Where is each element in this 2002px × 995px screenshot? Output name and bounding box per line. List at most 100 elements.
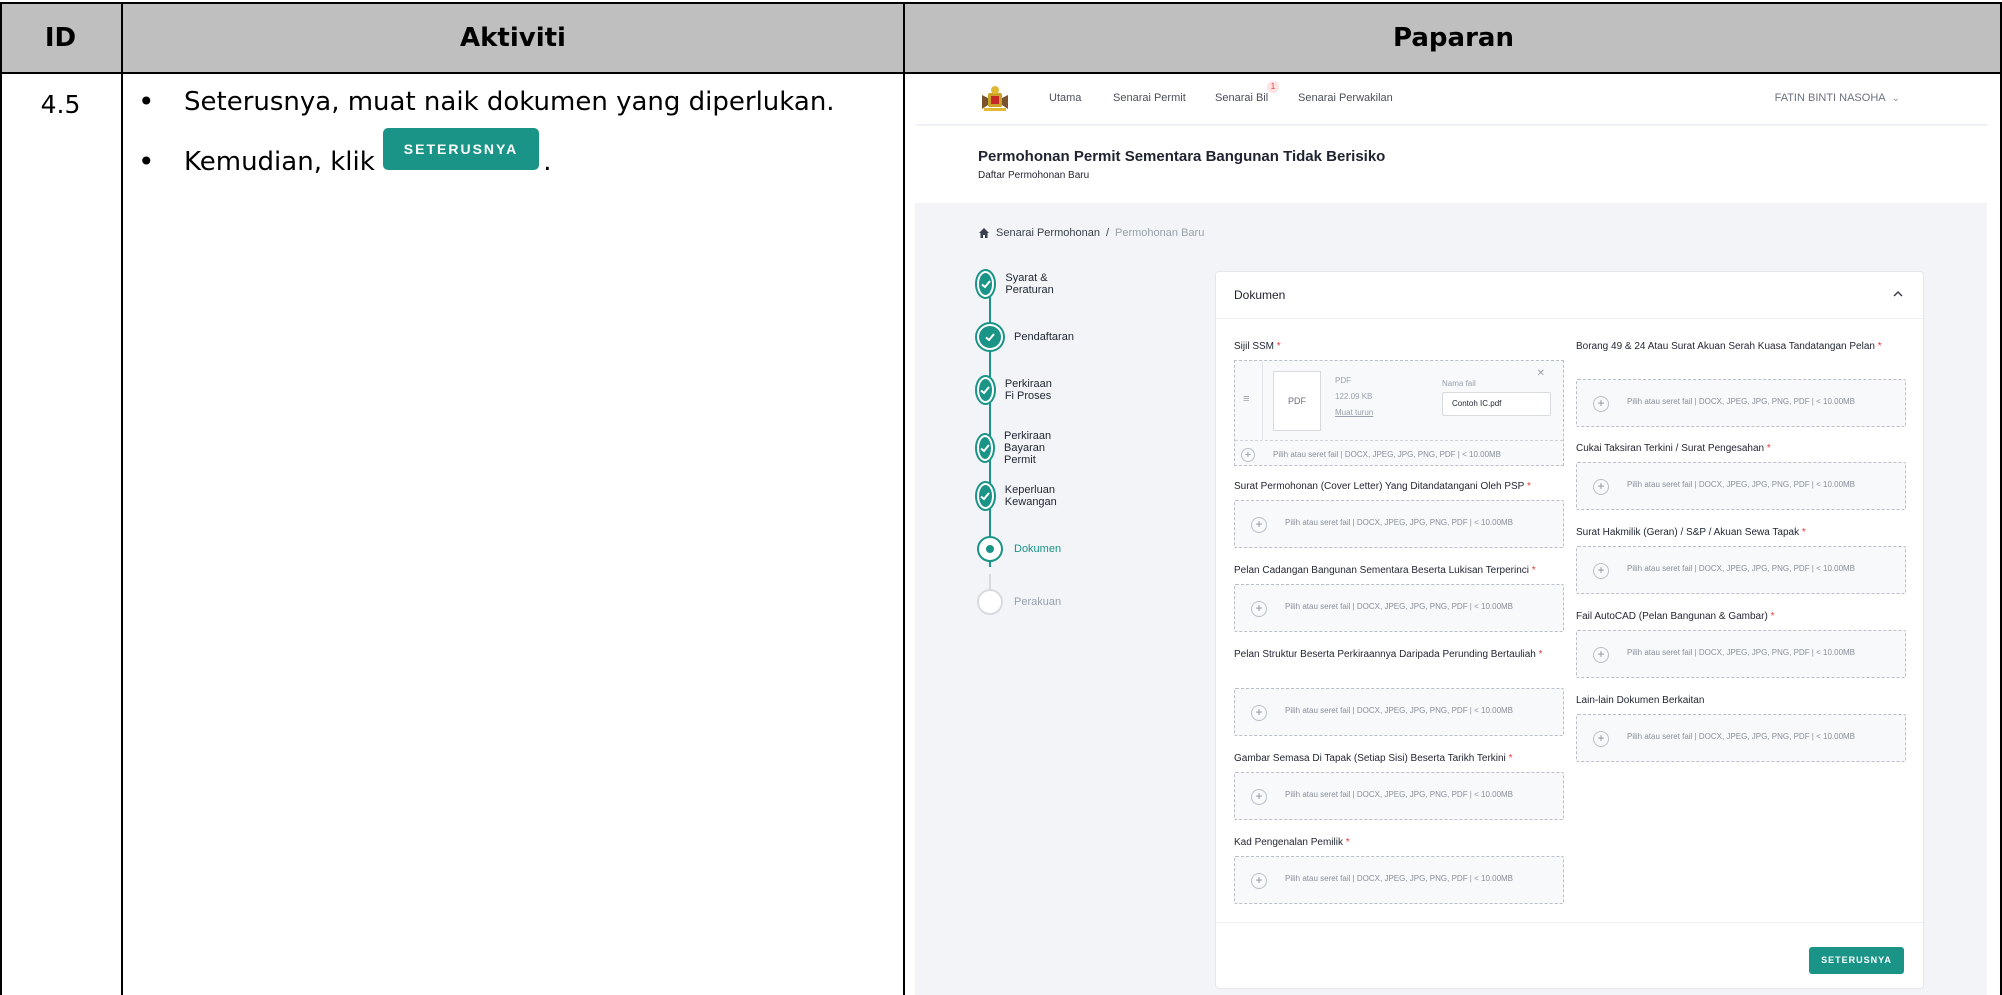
plus-icon: + [1251,705,1267,721]
drag-handle-icon[interactable]: ≡ [1243,393,1249,405]
pending-step-icon [977,589,1003,615]
upload-hint: Pilih atau seret fail | DOCX, JPEG, JPG,… [1627,648,1856,657]
upload-hint: Pilih atau seret fail | DOCX, JPEG, JPG,… [1285,602,1514,611]
check-icon [977,483,994,509]
upload-hint: Pilih atau seret fail | DOCX, JPEG, JPG,… [1285,706,1514,715]
page-header: Permohonan Permit Sementara Bangunan Tid… [915,126,1987,203]
check-icon [977,271,995,297]
current-step-icon [977,536,1003,562]
upload-hint: Pilih atau seret fail | DOCX, JPEG, JPG,… [1627,480,1856,489]
activity-list: Seterusnya, muat naik dokumen yang diper… [138,76,898,180]
step-label: Dokumen [1014,543,1062,555]
cover-letter-label: Surat Permohonan (Cover Letter) Yang Dit… [1234,481,1531,492]
plus-icon: + [1593,731,1609,747]
step-fi-proses[interactable]: Perkiraan Fi Proses [977,377,1061,403]
borang-upload[interactable]: + Pilih atau seret fail | DOCX, JPEG, JP… [1576,379,1906,427]
lain-lain-upload[interactable]: + Pilih atau seret fail | DOCX, JPEG, JP… [1576,714,1906,762]
upload-hint: Pilih atau seret fail | DOCX, JPEG, JPG,… [1285,874,1514,883]
pelan-cadangan-label: Pelan Cadangan Bangunan Sementara Besert… [1234,565,1536,576]
inline-next-button: SETERUSNYA [382,128,540,170]
table-border-header [0,72,2002,74]
header-display: Paparan [905,3,2002,73]
activity-text-1: Seterusnya, muat naik dokumen yang diper… [184,87,835,117]
activity-text-2: Kemudian, klik [184,147,375,177]
next-button[interactable]: SETERUSNYA [1809,947,1904,974]
activity-step-2: Kemudian, klik SETERUSNYA . [138,128,898,180]
card-header[interactable]: Dokumen [1216,272,1923,319]
lain-lain-label: Lain-lain Dokumen Berkaitan [1576,695,1705,706]
file-name-input[interactable]: Contoh IC.pdf [1442,392,1551,416]
step-pendaftaran[interactable]: Pendaftaran [977,324,1074,350]
gambar-semasa-upload[interactable]: + Pilih atau seret fail | DOCX, JPEG, JP… [1234,772,1564,820]
instruction-table: ID Aktiviti Paparan 4.5 Seterusnya, muat… [0,0,2002,995]
step-label: Pendaftaran [1014,331,1074,343]
ssm-upload[interactable]: ≡ PDF PDF 122.09 KB Muat turun Nama fail… [1234,360,1564,466]
check-icon [977,324,1003,350]
plus-icon: + [1251,873,1267,889]
cukai-upload[interactable]: + Pilih atau seret fail | DOCX, JPEG, JP… [1576,462,1906,510]
plus-icon: + [1251,789,1267,805]
file-size: 122.09 KB [1335,392,1373,401]
nav-senarai-permit[interactable]: Senarai Permit [1113,92,1186,104]
notification-badge: 1 [1267,81,1279,93]
upload-hint: Pilih atau seret fail | DOCX, JPEG, JPG,… [1285,518,1514,527]
kad-pengenalan-upload[interactable]: + Pilih atau seret fail | DOCX, JPEG, JP… [1234,856,1564,904]
table-border-top [0,2,2002,4]
step-label: Perkiraan Bayaran Permit [1004,430,1052,466]
page-subtitle: Daftar Permohonan Baru [978,170,1090,181]
check-icon [977,435,993,461]
cover-letter-upload[interactable]: + Pilih atau seret fail | DOCX, JPEG, JP… [1234,500,1564,548]
breadcrumb-current: Permohonan Baru [1115,227,1205,239]
hakmilik-upload[interactable]: + Pilih atau seret fail | DOCX, JPEG, JP… [1576,546,1906,594]
step-label: Syarat & Peraturan [1005,272,1054,296]
plus-icon: + [1593,563,1609,579]
crest-logo [982,86,1008,111]
step-label: Keperluan Kewangan [1004,484,1057,508]
plus-icon: + [1593,396,1609,412]
step-label: Perkiraan Fi Proses [1004,378,1052,402]
breadcrumb-parent[interactable]: Senarai Permohonan [996,227,1100,239]
pdf-thumbnail: PDF [1273,371,1321,431]
upload-hint: Pilih atau seret fail | DOCX, JPEG, JPG,… [1627,564,1856,573]
table-divider-2 [903,3,905,995]
nav-senarai-bil[interactable]: Senarai Bil [1215,92,1268,104]
chevron-up-icon[interactable] [1891,287,1905,301]
user-menu[interactable]: FATIN BINTI NASOHA ⌄ [1775,92,1900,104]
borang-label: Borang 49 & 24 Atau Surat Akuan Serah Ku… [1576,341,1882,352]
app-screenshot: Utama Senarai Permit Senarai Bil 1 Senar… [915,75,1987,995]
step-syarat[interactable]: Syarat & Peraturan [977,271,1062,297]
plus-icon: + [1251,517,1267,533]
home-icon [979,228,989,238]
page-title: Permohonan Permit Sementara Bangunan Tid… [978,148,1386,165]
kad-pengenalan-label: Kad Pengenalan Pemilik * [1234,837,1350,848]
hakmilik-label: Surat Hakmilik (Geran) / S&P / Akuan Sew… [1576,527,1806,538]
pelan-struktur-upload[interactable]: + Pilih atau seret fail | DOCX, JPEG, JP… [1234,688,1564,736]
plus-icon: + [1241,448,1255,462]
cukai-label: Cukai Taksiran Terkini / Surat Pengesaha… [1576,443,1771,454]
card-footer-divider [1216,922,1923,923]
step-kewangan[interactable]: Keperluan Kewangan [977,483,1066,509]
ssm-label: Sijil SSM * [1234,341,1281,352]
header-id: ID [0,3,121,73]
documents-card: Dokumen Sijil SSM * ≡ PDF PDF 122.09 KB … [1215,271,1924,989]
card-title: Dokumen [1234,288,1286,302]
file-name-label: Nama fail [1442,379,1476,388]
gambar-semasa-label: Gambar Semasa Di Tapak (Setiap Sisi) Bes… [1234,753,1513,764]
step-dokumen[interactable]: Dokumen [977,536,1061,562]
breadcrumb-separator: / [1105,227,1110,239]
autocad-upload[interactable]: + Pilih atau seret fail | DOCX, JPEG, JP… [1576,630,1906,678]
close-icon[interactable]: ✕ [1537,368,1545,379]
check-icon [977,377,994,403]
upload-hint: Pilih atau seret fail | DOCX, JPEG, JPG,… [1627,732,1856,741]
breadcrumb: Senarai Permohonan / Permohonan Baru [978,227,1204,239]
row-id: 4.5 [40,90,81,119]
step-perakuan[interactable]: Perakuan [977,589,1061,615]
nav-utama[interactable]: Utama [1049,92,1081,104]
nav-senarai-perwakilan[interactable]: Senarai Perwakilan [1298,92,1393,104]
pelan-cadangan-upload[interactable]: + Pilih atau seret fail | DOCX, JPEG, JP… [1234,584,1564,632]
activity-step-1: Seterusnya, muat naik dokumen yang diper… [138,76,898,128]
table-divider-1 [121,3,123,995]
step-bayaran-permit[interactable]: Perkiraan Bayaran Permit [977,430,1061,466]
download-link[interactable]: Muat turun [1335,408,1373,417]
header-activity: Aktiviti [123,3,903,73]
